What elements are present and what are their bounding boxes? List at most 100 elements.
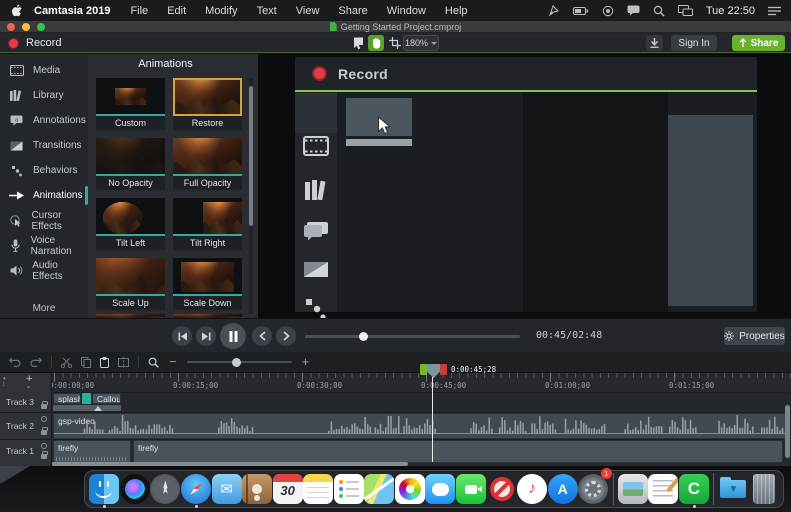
dock-mail[interactable]: ✉ [211, 470, 242, 508]
menu-help[interactable]: Help [445, 5, 468, 17]
clip-gsp-video[interactable]: gsp-video [53, 413, 787, 439]
dock-screenshot[interactable] [617, 470, 648, 508]
lock-icon[interactable] [41, 454, 47, 459]
jump-forward-button[interactable] [276, 326, 296, 346]
panel-scrollbar-thumb[interactable] [249, 86, 253, 226]
menu-file[interactable]: File [130, 5, 148, 17]
split-icon[interactable] [118, 357, 129, 368]
menu-modify[interactable]: Modify [205, 5, 237, 17]
pan-hand-tool-button[interactable] [368, 35, 384, 51]
paste-clipboard-icon[interactable] [100, 357, 109, 368]
dock-launchpad[interactable] [150, 470, 181, 508]
cut-scissors-icon[interactable] [61, 357, 72, 368]
animation-thumb-no-opacity[interactable]: No Opacity [96, 138, 165, 190]
share-button[interactable]: Share [732, 35, 785, 51]
menu-window[interactable]: Window [387, 5, 426, 17]
track-header-3[interactable]: Track 3 [0, 392, 52, 412]
track-lane-1[interactable]: firefly firefly [53, 439, 791, 462]
clip-splash[interactable]: splash [53, 393, 81, 404]
chat-icon[interactable] [627, 5, 640, 16]
menu-share[interactable]: Share [338, 5, 367, 17]
animation-marker-icon[interactable] [94, 406, 102, 411]
menu-app-name[interactable]: Camtasia 2019 [34, 5, 110, 17]
playhead-line[interactable] [432, 375, 433, 462]
playback-scrubber[interactable] [305, 335, 520, 338]
timeline-zoom-slider[interactable] [187, 361, 292, 363]
sidebar-item-animations[interactable]: Animations [0, 183, 88, 208]
dock-facetime[interactable] [456, 470, 487, 508]
dock-app-store[interactable]: A [547, 470, 578, 508]
search-icon[interactable] [653, 5, 665, 17]
scrubber-handle[interactable] [359, 332, 368, 341]
list-icon[interactable] [768, 6, 781, 16]
step-forward-button[interactable] [196, 326, 216, 346]
sidebar-item-behaviors[interactable]: Behaviors [0, 158, 88, 183]
collapse-tracks-icon[interactable]: ⌄ [25, 381, 32, 390]
window-title-bar[interactable]: Getting Started Project.cmproj [0, 21, 791, 33]
clip-firefly-2[interactable]: firefly [133, 440, 783, 463]
clip-teal-marker[interactable] [82, 393, 91, 404]
dock-contacts[interactable] [242, 470, 273, 508]
animation-thumb-restore[interactable]: Restore [173, 78, 242, 130]
record-circle-icon[interactable] [602, 5, 614, 17]
track-scroll-arrows-icon[interactable]: ↕ [2, 381, 6, 388]
menu-clock[interactable]: Tue 22:50 [706, 5, 755, 17]
menu-text[interactable]: Text [257, 5, 277, 17]
eye-icon[interactable] [41, 443, 47, 449]
timeline-zoom-in-button[interactable]: + [302, 357, 310, 367]
track-lane-2[interactable]: gsp-video [53, 412, 791, 438]
animation-bar[interactable] [53, 405, 121, 411]
crop-tool-button[interactable] [387, 35, 403, 51]
undo-icon[interactable] [9, 357, 21, 367]
battery-icon[interactable] [573, 6, 589, 16]
properties-button[interactable]: Properties [724, 327, 785, 345]
dock-safari[interactable] [181, 470, 212, 508]
sidebar-item-library[interactable]: Library [0, 83, 88, 108]
record-button[interactable]: Record [8, 35, 61, 51]
playhead-in-handle[interactable] [420, 364, 427, 375]
sidebar-more-link[interactable]: More [0, 303, 88, 314]
display-icon[interactable] [678, 5, 693, 16]
animation-thumb-tilt-right[interactable]: Tilt Right [173, 198, 242, 250]
dock-music[interactable]: ♪ [517, 470, 548, 508]
cursor-flag-icon[interactable] [548, 5, 560, 17]
dock-photos[interactable] [395, 470, 426, 508]
dock-do-not-disturb[interactable] [486, 470, 517, 508]
dock-system-preferences[interactable]: 1 [578, 470, 609, 508]
dock-notes[interactable] [303, 470, 334, 508]
sidebar-item-transitions[interactable]: Transitions [0, 133, 88, 158]
playhead-head[interactable] [420, 364, 447, 375]
sidebar-item-media[interactable]: Media [0, 58, 88, 83]
animation-thumb-full-opacity[interactable]: Full Opacity [173, 138, 242, 190]
sidebar-item-voice-narration[interactable]: Voice Narration [0, 233, 88, 258]
dock-camtasia[interactable]: C [679, 470, 710, 508]
copy-icon[interactable] [81, 357, 91, 368]
timeline-zoom-out-button[interactable]: − [169, 357, 177, 367]
lock-icon[interactable] [41, 430, 47, 435]
preview-canvas[interactable]: Record [258, 54, 791, 318]
dock-maps[interactable] [364, 470, 395, 508]
track-lane-3[interactable]: splash Callout [53, 392, 791, 412]
lock-icon[interactable] [41, 404, 47, 409]
eye-icon[interactable] [41, 416, 47, 422]
timeline-zoom-handle[interactable] [232, 358, 241, 367]
timeline-ruler[interactable]: 0:00:00;00 0:00:15;00 0:00:30;00 0:00:45… [0, 373, 791, 392]
pause-button[interactable] [220, 323, 246, 349]
clip-firefly-1[interactable]: firefly [53, 440, 131, 463]
redo-icon[interactable] [30, 357, 42, 367]
dock-siri[interactable] [120, 470, 151, 508]
track-header-1[interactable]: Track 1 [0, 439, 52, 462]
dock-downloads[interactable]: ▼ [718, 470, 749, 508]
track-header-2[interactable]: Track 2 [0, 412, 52, 438]
sidebar-item-cursor-effects[interactable]: Cursor Effects [0, 208, 88, 233]
download-button[interactable] [646, 35, 663, 51]
jump-back-button[interactable] [252, 326, 272, 346]
pointer-tool-button[interactable] [350, 35, 366, 51]
timeline-zoom-search-icon[interactable] [148, 357, 159, 368]
dock-calendar[interactable]: 30 [272, 470, 303, 508]
panel-scrollbar[interactable] [249, 78, 253, 314]
sidebar-item-annotations[interactable]: a Annotations [0, 108, 88, 133]
canvas-zoom-dropdown[interactable]: 180% [403, 35, 439, 51]
animation-thumb-scale-up[interactable]: Scale Up [96, 258, 165, 310]
dock-finder[interactable] [89, 470, 120, 508]
